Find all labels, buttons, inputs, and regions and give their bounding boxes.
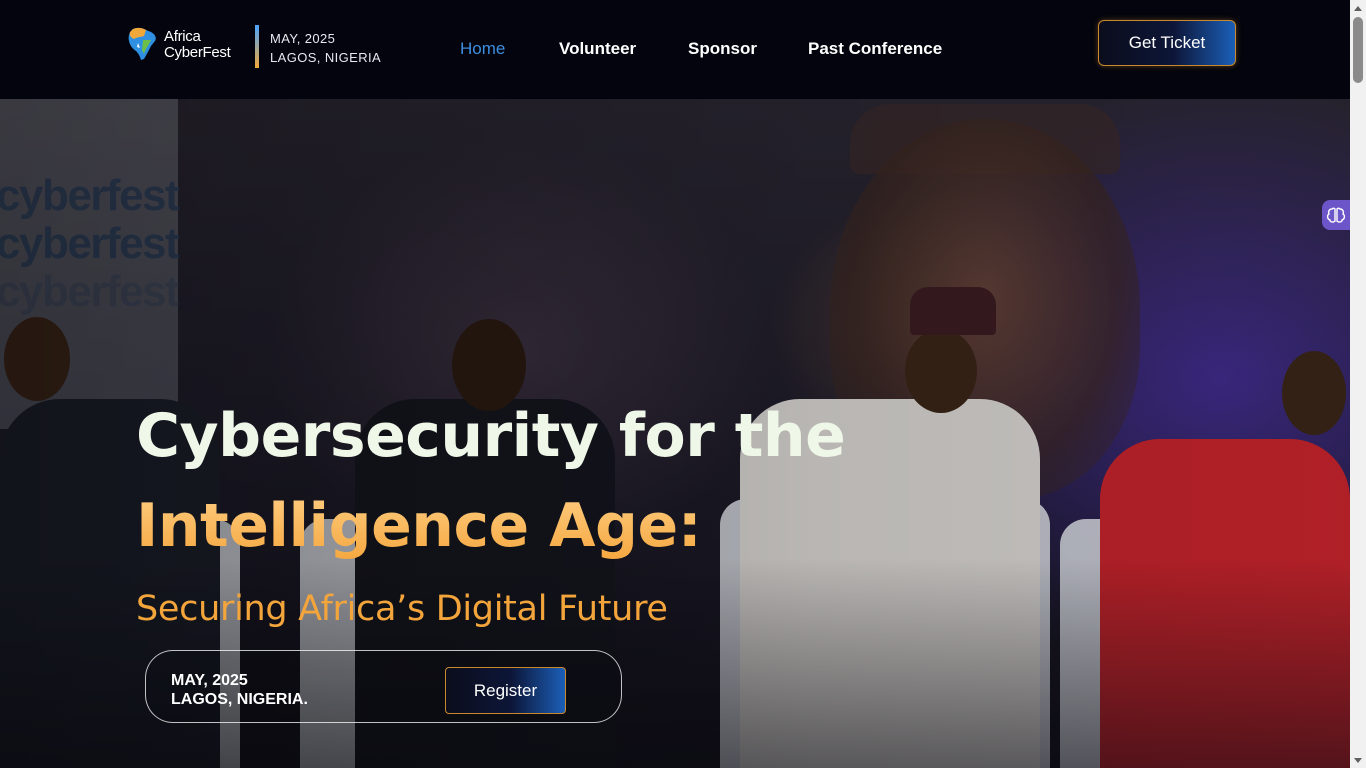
hero-section: cyberfest cyberfest cyberfest Cybersecur… bbox=[0, 99, 1350, 768]
page-scrollbar[interactable] bbox=[1350, 0, 1366, 768]
register-card: MAY, 2025 LAGOS, NIGERIA. Register bbox=[145, 650, 622, 723]
hero-headline-line-2: Intelligence Age: bbox=[136, 481, 845, 571]
site-header: Africa CyberFest MAY, 2025 LAGOS, NIGERI… bbox=[0, 0, 1350, 99]
logo-line-2: CyberFest bbox=[164, 44, 231, 61]
header-event-info: MAY, 2025 LAGOS, NIGERIA bbox=[270, 29, 381, 67]
scroll-up-arrow-icon[interactable] bbox=[1350, 0, 1366, 16]
scrollbar-thumb[interactable] bbox=[1353, 17, 1363, 83]
register-location: LAGOS, NIGERIA. bbox=[171, 691, 308, 708]
hero-headline-line-1: Cybersecurity for the bbox=[136, 401, 846, 471]
nav-sponsor[interactable]: Sponsor bbox=[688, 39, 757, 59]
logo-wordmark: Africa CyberFest bbox=[164, 29, 231, 61]
register-button[interactable]: Register bbox=[445, 667, 566, 714]
africa-map-icon bbox=[128, 27, 156, 61]
get-ticket-button[interactable]: Get Ticket bbox=[1098, 20, 1236, 66]
nav-home[interactable]: Home bbox=[460, 39, 505, 59]
header-event-location: LAGOS, NIGERIA bbox=[270, 50, 382, 65]
scroll-down-arrow-icon[interactable] bbox=[1350, 752, 1366, 768]
hero-subheadline: Securing Africa’s Digital Future bbox=[136, 589, 668, 629]
africa-cyberfest-logo[interactable]: Africa CyberFest bbox=[124, 24, 246, 68]
brain-icon[interactable] bbox=[1322, 200, 1350, 230]
nav-past-conference[interactable]: Past Conference bbox=[808, 39, 942, 59]
header-event-date: MAY, 2025 bbox=[270, 31, 336, 46]
register-event-info: MAY, 2025 LAGOS, NIGERIA. bbox=[171, 671, 308, 709]
hero-headline: Cybersecurity for the Intelligence Age: bbox=[136, 391, 846, 571]
logo-line-1: Africa bbox=[164, 28, 201, 45]
nav-volunteer[interactable]: Volunteer bbox=[559, 39, 636, 59]
register-date: MAY, 2025 bbox=[171, 672, 248, 689]
header-divider bbox=[255, 25, 259, 68]
